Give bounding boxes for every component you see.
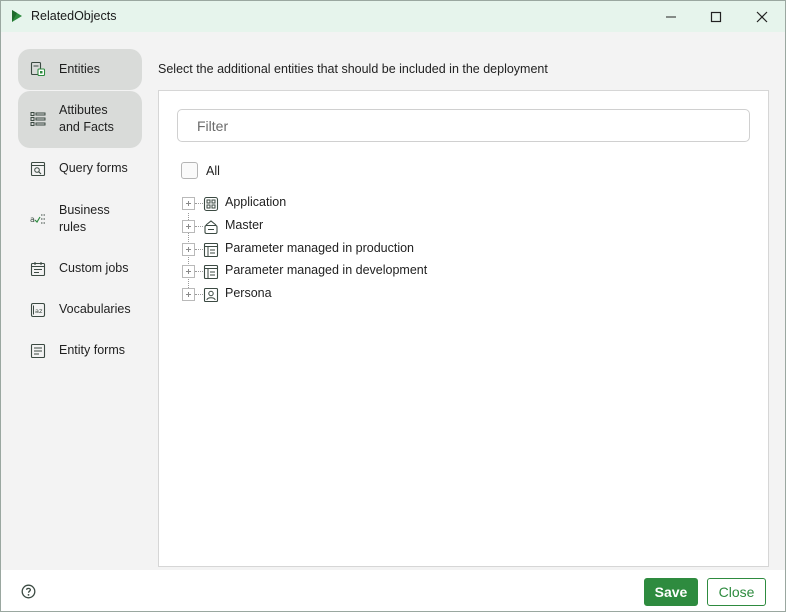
- parameter-icon: [203, 242, 219, 258]
- application-icon: [203, 196, 219, 212]
- sidebar-item-label: Query forms: [59, 161, 128, 175]
- tree-connector: [195, 203, 203, 204]
- close-window-button[interactable]: [739, 1, 785, 32]
- expand-icon[interactable]: [182, 197, 195, 210]
- sidebar-item-business-rules[interactable]: a Business rules: [18, 199, 142, 239]
- instruction-text: Select the additional entities that shou…: [158, 62, 548, 76]
- app-logo-icon: [12, 10, 22, 22]
- sidebar-item-custom-jobs[interactable]: Custom jobs: [18, 257, 142, 281]
- expand-icon[interactable]: [182, 288, 195, 301]
- sidebar-item-attributes-and-facts[interactable]: Attibutes and Facts: [18, 91, 142, 148]
- related-objects-dialog: RelatedObjects Entities Attibutes and Fa…: [0, 0, 786, 612]
- sidebar-item-entity-forms[interactable]: Entity forms: [18, 339, 142, 363]
- tree-item-label: Persona: [225, 286, 272, 300]
- sidebar-item-label: Business rules: [59, 203, 110, 234]
- sidebar-item-vocabularies[interactable]: az Vocabularies: [18, 298, 142, 322]
- minimize-icon: [666, 16, 676, 17]
- sidebar-item-entities[interactable]: Entities: [18, 49, 142, 90]
- sidebar-item-label: Vocabularies: [59, 302, 131, 316]
- expand-icon[interactable]: [182, 220, 195, 233]
- expand-icon[interactable]: [182, 265, 195, 278]
- save-button[interactable]: Save: [644, 578, 698, 606]
- filter-input[interactable]: [177, 109, 750, 142]
- maximize-button[interactable]: [693, 1, 739, 32]
- minimize-button[interactable]: [648, 1, 694, 32]
- entity-form-icon: [30, 343, 46, 359]
- maximize-icon: [710, 11, 722, 22]
- tree-item-label: Master: [225, 218, 264, 232]
- title-bar: RelatedObjects: [1, 1, 785, 32]
- vocabulary-icon: az: [30, 302, 46, 318]
- sidebar-item-label: Attibutes and Facts: [59, 103, 114, 134]
- entities-panel: All Application: [158, 90, 769, 567]
- close-window-icon: [756, 11, 768, 22]
- master-icon: [204, 220, 218, 235]
- close-button[interactable]: Close: [707, 578, 766, 606]
- persona-icon: [203, 287, 219, 303]
- select-all-label: All: [206, 163, 220, 178]
- tree-connector: [195, 249, 203, 250]
- calendar-icon: [30, 262, 46, 277]
- business-rules-icon: a: [30, 214, 45, 224]
- svg-text:a: a: [30, 215, 35, 224]
- tree-connector: [195, 294, 203, 295]
- svg-text:az: az: [35, 307, 43, 315]
- sidebar-item-label: Entity forms: [59, 343, 125, 357]
- tree-connector: [195, 271, 203, 272]
- select-all-checkbox[interactable]: [181, 162, 198, 179]
- help-icon[interactable]: [21, 584, 36, 599]
- entities-icon: [30, 61, 46, 77]
- tree-item-label: Parameter managed in development: [225, 263, 428, 277]
- query-form-icon: [30, 161, 46, 177]
- attributes-list-icon: [30, 112, 46, 126]
- dialog-footer: Save Close: [1, 570, 785, 611]
- sidebar: Entities Attibutes and Facts Query forms: [1, 32, 149, 570]
- tree-item-label: Parameter managed in production: [225, 241, 415, 255]
- expand-icon[interactable]: [182, 243, 195, 256]
- window-title: RelatedObjects: [31, 9, 117, 23]
- tree-item-label: Application: [225, 195, 287, 209]
- sidebar-item-query-forms[interactable]: Query forms: [18, 157, 142, 181]
- sidebar-item-label: Entities: [59, 62, 100, 76]
- parameter-icon: [203, 264, 219, 280]
- select-all-row: All: [181, 162, 220, 179]
- tree-connector: [195, 226, 203, 227]
- sidebar-item-label: Custom jobs: [59, 261, 129, 275]
